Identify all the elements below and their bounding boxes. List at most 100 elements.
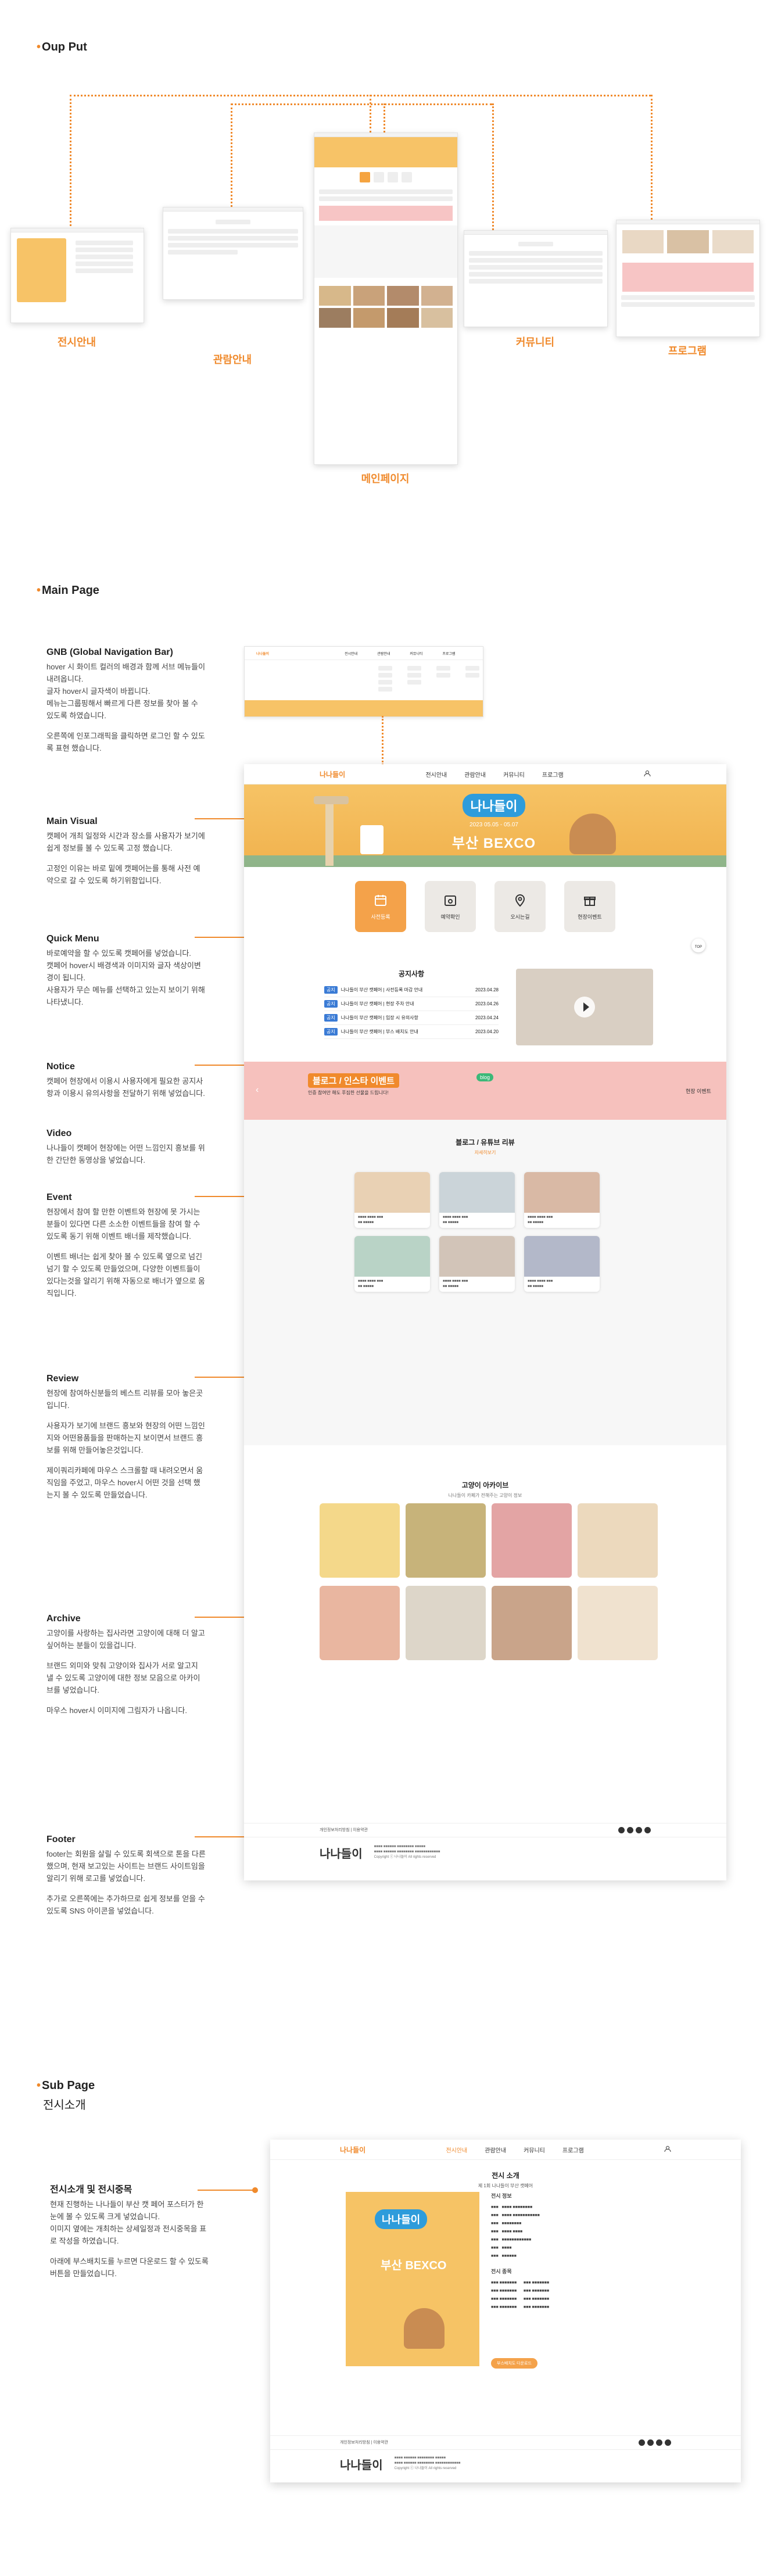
thumb-main[interactable]	[314, 132, 458, 465]
hero-badge: 나나들이	[462, 794, 526, 817]
calendar-icon	[375, 894, 386, 906]
thumb-visit[interactable]	[163, 207, 303, 300]
archive-card[interactable]	[578, 1586, 658, 1660]
nav-item-visit[interactable]: 관람안내	[464, 770, 486, 779]
quick-menu-confirm[interactable]: 예약확인	[425, 881, 476, 932]
quick-menu-register[interactable]: 사전등록	[355, 881, 406, 932]
user-icon[interactable]	[644, 770, 651, 779]
event-title: 블로그 / 인스타 이벤트	[308, 1073, 399, 1088]
review-card[interactable]: ■■■■ ■■■■ ■■■ ■■ ■■■■■	[439, 1236, 515, 1292]
video-player[interactable]	[516, 969, 653, 1045]
instagram-icon[interactable]	[639, 2439, 645, 2446]
event-banner[interactable]: 블로그 / 인스타 이벤트 인증 참여만 해도 푸짐한 선물을 드립니다! bl…	[244, 1062, 726, 1120]
archive-card[interactable]	[492, 1586, 572, 1660]
footer-logo: 나나들이	[340, 2459, 383, 2472]
footer-links[interactable]: 개인정보처리방침 | 이용약관	[320, 1827, 368, 1833]
label-community: 커뮤니티	[515, 336, 555, 348]
notice-row[interactable]: 공지 나나들이 부산 캣페어 | 부스 배치도 안내 2023.04.20	[324, 1025, 499, 1039]
gift-icon	[584, 896, 596, 906]
review-card[interactable]: ■■■■ ■■■■ ■■■ ■■ ■■■■■	[439, 1172, 515, 1228]
label-visit: 관람안내	[213, 354, 252, 366]
hero-date: 2023 05.05 - 05.07	[469, 822, 518, 828]
thumb-exhibition[interactable]	[10, 228, 144, 323]
booth-map-download-button[interactable]: 부스배치도 다운로드	[491, 2358, 537, 2369]
archive-card[interactable]	[406, 1503, 486, 1578]
notice-row[interactable]: 공지 나나들이 부산 캣페어 | 사전등록 마감 안내 2023.04.28	[324, 983, 499, 997]
nav-item-exhibition[interactable]: 전시안내	[425, 770, 447, 779]
thumb-program[interactable]	[616, 220, 760, 337]
main-visual: 나나들이 2023 05.05 - 05.07 부산 BEXCO	[244, 784, 726, 867]
nav-item-program[interactable]: 프로그램	[562, 2145, 584, 2154]
event-subtitle: 인증 참여만 해도 푸짐한 선물을 드립니다!	[308, 1090, 389, 1095]
label-exhibition: 전시안내	[57, 336, 96, 348]
archive-card[interactable]	[320, 1586, 400, 1660]
exhibit-poster: 나나들이 부산 BEXCO	[346, 2192, 479, 2366]
archive-section: 고양이 아카이브 나나들이 카페가 전해주는 고양이 정보	[244, 1445, 726, 1718]
desc-exhibit-intro: 전시소개 및 전시중목 현재 진행하는 나나들이 부산 캣 페어 포스터가 한눈…	[50, 2185, 209, 2278]
desc-main-visual: Main Visual 캣페어 개최 일정와 시간과 장소를 사용자가 보기에 …	[46, 816, 205, 885]
blog-icon[interactable]	[656, 2439, 662, 2446]
desc-quick-menu: Quick Menu 바로예약을 할 수 있도록 캣페어를 넣었습니다. 캣페어 …	[46, 934, 205, 1006]
desc-gnb: GNB (Global Navigation Bar) hover 시 화이트 …	[46, 647, 206, 753]
gnb: 나나들이 전시안내 관람안내 커뮤니티 프로그램	[244, 764, 726, 784]
review-title: 블로그 / 유튜브 리뷰	[456, 1138, 515, 1147]
nav-item-community[interactable]: 커뮤니티	[524, 2145, 545, 2154]
sub-page-heading: 제 1회 나나들이 부산 캣페어	[478, 2183, 533, 2188]
desc-event: Event 현장에서 참여 할 만한 이벤트와 현장에 못 가시는분들이 있다면…	[46, 1192, 205, 1298]
nav-item-program[interactable]: 프로그램	[542, 770, 564, 779]
archive-card[interactable]	[406, 1586, 486, 1660]
cat-image	[569, 814, 616, 854]
notice-row[interactable]: 공지 나나들이 부산 캣페어 | 입장 시 유의사항 2023.04.24	[324, 1011, 499, 1025]
footer-links[interactable]: 개인정보처리방침 | 이용약관	[340, 2439, 388, 2446]
nav-item-exhibition[interactable]: 전시안내	[446, 2145, 467, 2154]
review-more-link[interactable]: 자세히보기	[244, 1149, 726, 1156]
nav-item-community[interactable]: 커뮤니티	[503, 770, 525, 779]
desc-notice: Notice 캣페어 현장에서 이용시 사용자에게 필요한 공지사항과 이용시 …	[46, 1062, 205, 1098]
footer-copyright: Copyright ⓒ 나나들이 All rights reserved	[374, 1855, 436, 1859]
gnb-dropdown-preview: 나나들이 전시안내 관람안내 커뮤니티 프로그램	[244, 646, 483, 717]
review-card[interactable]: ■■■■ ■■■■ ■■■ ■■ ■■■■■	[354, 1236, 430, 1292]
quick-menu: 사전등록 예약확인 오시는길 현장이벤트	[244, 867, 726, 945]
archive-card[interactable]	[320, 1503, 400, 1578]
section-title-sub-page: • Sub Page	[37, 2079, 95, 2092]
user-icon[interactable]	[664, 2145, 671, 2154]
youtube-icon[interactable]	[647, 2439, 654, 2446]
footer: 개인정보처리방침 | 이용약관 나나들이 ■■■■ ■■■■■■ ■■■■■■■…	[244, 1823, 726, 1880]
desc-video: Video 나나들이 캣페어 현장에는 어떤 느낌인지 흥보를 위한 간단한 동…	[46, 1128, 205, 1165]
quick-menu-event[interactable]: 현장이벤트	[564, 881, 615, 932]
archive-card[interactable]	[578, 1503, 658, 1578]
youtube-icon[interactable]	[627, 1827, 633, 1833]
sub-page-subtitle: 전시소개	[43, 2099, 86, 2112]
notice-row[interactable]: 공지 나나들이 부산 캣페어 | 현장 주차 안내 2023.04.26	[324, 997, 499, 1011]
archive-title: 고양이 아카이브	[461, 1481, 509, 1489]
facebook-icon[interactable]	[644, 1827, 651, 1833]
instagram-icon[interactable]	[618, 1827, 625, 1833]
sns-icons	[618, 1827, 651, 1833]
archive-card[interactable]	[492, 1503, 572, 1578]
site-logo[interactable]: 나나들이	[320, 769, 345, 779]
quick-menu-directions[interactable]: 오시는길	[494, 881, 546, 932]
label-main: 메인페이지	[361, 473, 410, 485]
map-pin-icon	[515, 894, 525, 907]
label-program: 프로그램	[668, 345, 707, 357]
footer-logo: 나나들이	[320, 1848, 363, 1861]
review-card[interactable]: ■■■■ ■■■■ ■■■ ■■ ■■■■■	[524, 1236, 600, 1292]
blog-icon[interactable]	[636, 1827, 642, 1833]
event-badge: blog	[476, 1073, 494, 1081]
exhibit-info-table: 전시 정보 ■■■ ■■■■ ■■■■■■■■ ■■■ ■■■■ ■■■■■■■■…	[491, 2193, 550, 2309]
event-side-label: 현장 이벤트	[686, 1088, 711, 1094]
facebook-icon[interactable]	[665, 2439, 671, 2446]
desc-archive: Archive 고양이를 사랑하는 집사라면 고양이에 대해 더 알고 싶어하는…	[46, 1614, 205, 1715]
footer-copyright: Copyright ⓒ 나나들이 All rights reserved	[394, 2467, 457, 2470]
nav-item-visit[interactable]: 관람안내	[485, 2145, 506, 2154]
thumb-community[interactable]	[464, 230, 608, 327]
desc-footer: Footer footer는 회원을 살릴 수 있도록 회색으로 톤을 다른 했…	[46, 1835, 206, 1915]
site-logo[interactable]: 나나들이	[340, 2145, 365, 2155]
review-card[interactable]: ■■■■ ■■■■ ■■■ ■■ ■■■■■	[354, 1172, 430, 1228]
notice-board: 공지사항 공지 나나들이 부산 캣페어 | 사전등록 마감 안내 2023.04.2…	[324, 969, 499, 1039]
slider-prev-icon[interactable]: ‹	[256, 1085, 259, 1095]
top-button[interactable]: TOP	[691, 938, 705, 952]
review-card[interactable]: ■■■■ ■■■■ ■■■ ■■ ■■■■■	[524, 1172, 600, 1228]
sub-page-title: 전시 소개	[492, 2172, 519, 2180]
sub-footer: 개인정보처리방침 | 이용약관 나나들이 ■■■■ ■■■■■■ ■■■■■■■…	[270, 2435, 741, 2482]
